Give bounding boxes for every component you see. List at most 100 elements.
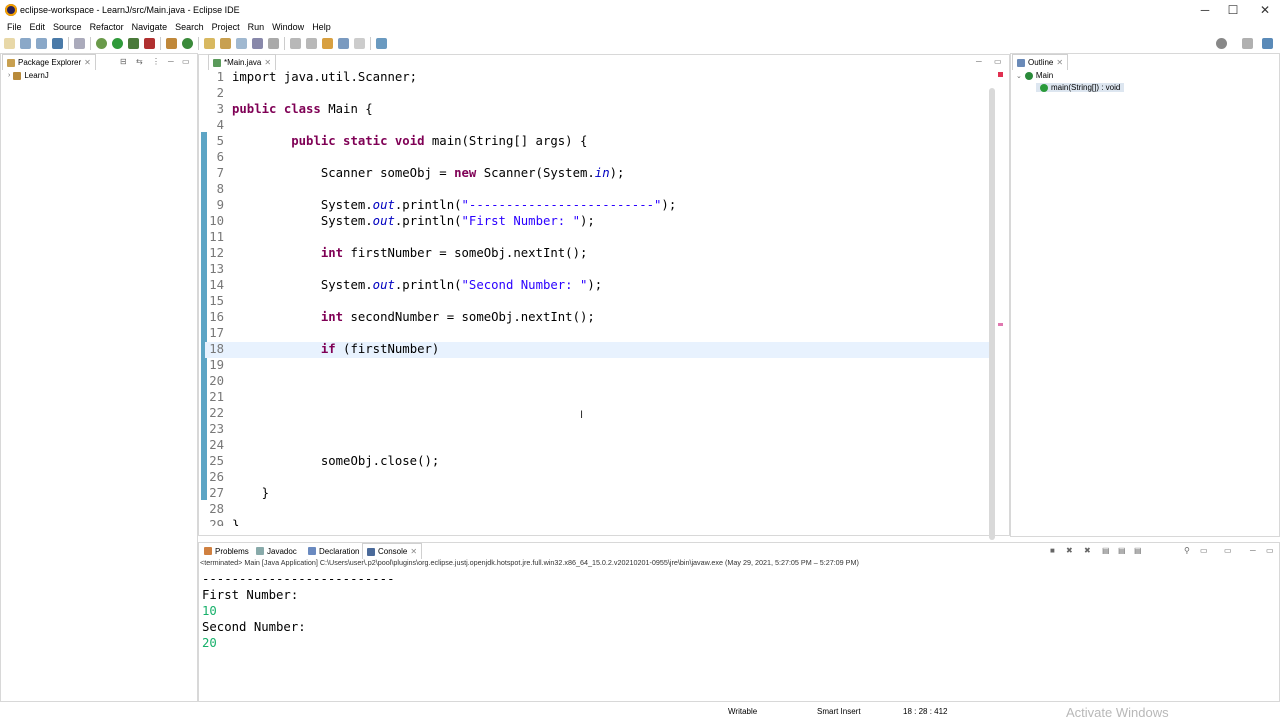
- minimize-icon[interactable]: ─: [1250, 546, 1256, 555]
- tab-package-explorer[interactable]: Package Explorer ✕: [2, 54, 96, 70]
- menu-help[interactable]: Help: [312, 22, 331, 32]
- java-perspective-icon[interactable]: [1262, 37, 1273, 49]
- menu-edit[interactable]: Edit: [30, 22, 46, 32]
- error-marker-icon[interactable]: [998, 72, 1003, 77]
- code-editor[interactable]: 1 import java.util.Scanner; 2 3 public class…: [205, 70, 990, 526]
- code-line[interactable]: 24: [205, 438, 990, 454]
- menu-search[interactable]: Search: [175, 22, 204, 32]
- tab-declaration[interactable]: Declaration: [304, 543, 363, 559]
- new-class-icon[interactable]: [182, 37, 193, 49]
- tab-main-java[interactable]: *Main.java ✕: [208, 54, 277, 70]
- back-icon[interactable]: [338, 37, 349, 49]
- menu-navigate[interactable]: Navigate: [132, 22, 168, 32]
- code-line[interactable]: 11: [205, 230, 990, 246]
- code-line[interactable]: 23: [205, 422, 990, 438]
- code-line[interactable]: 19: [205, 358, 990, 374]
- display-console-icon[interactable]: ▭: [1200, 546, 1208, 555]
- open-perspective-icon[interactable]: [1242, 37, 1253, 49]
- maximize-button[interactable]: ☐: [1216, 0, 1250, 20]
- paragraph-icon[interactable]: [268, 37, 279, 49]
- scroll-thumb[interactable]: [989, 88, 995, 540]
- menu-project[interactable]: Project: [212, 22, 240, 32]
- close-icon[interactable]: ✕: [410, 547, 417, 556]
- close-icon[interactable]: ✕: [1056, 58, 1063, 67]
- code-line[interactable]: 29}: [205, 518, 990, 526]
- code-line[interactable]: 26: [205, 470, 990, 486]
- code-line[interactable]: 1 import java.util.Scanner;: [205, 70, 990, 86]
- search-toolbar-icon[interactable]: [220, 37, 231, 49]
- menu-file[interactable]: File: [7, 22, 22, 32]
- debug-icon[interactable]: [96, 37, 107, 49]
- code-line[interactable]: 5 public static void main(String[] args)…: [205, 134, 990, 150]
- maximize-icon[interactable]: ▭: [994, 57, 1002, 66]
- tab-outline[interactable]: Outline ✕: [1012, 54, 1069, 70]
- menu-window[interactable]: Window: [272, 22, 304, 32]
- code-line[interactable]: 22: [205, 406, 990, 422]
- code-line[interactable]: 3 public class Main {: [205, 102, 990, 118]
- forward-icon[interactable]: [354, 37, 365, 49]
- open-console-icon[interactable]: ▭: [1224, 546, 1232, 555]
- menu-source[interactable]: Source: [53, 22, 82, 32]
- open-type-icon[interactable]: [204, 37, 215, 49]
- code-line[interactable]: 17: [205, 326, 990, 342]
- code-line[interactable]: 2: [205, 86, 990, 102]
- code-line[interactable]: 8: [205, 182, 990, 198]
- maximize-icon[interactable]: ▭: [1266, 546, 1274, 555]
- code-line[interactable]: 27 }: [205, 486, 990, 502]
- toggle-mark-occurrences-icon[interactable]: [236, 37, 247, 49]
- next-annotation-icon[interactable]: [290, 37, 301, 49]
- previous-annotation-icon[interactable]: [306, 37, 317, 49]
- save-all-icon[interactable]: [36, 37, 47, 49]
- code-line[interactable]: 15: [205, 294, 990, 310]
- link-editor-icon[interactable]: ⇆: [136, 57, 143, 66]
- editor-vertical-scrollbar[interactable]: [987, 70, 997, 540]
- error-overview-marker[interactable]: [998, 323, 1003, 326]
- code-line[interactable]: 10 System.out.println("First Number: ");: [205, 214, 990, 230]
- terminate-icon[interactable]: ■: [1050, 546, 1055, 555]
- remove-launch-icon[interactable]: ✖: [1066, 546, 1073, 555]
- code-line[interactable]: 9 System.out.println("------------------…: [205, 198, 990, 214]
- word-wrap-icon[interactable]: ▤: [1134, 546, 1142, 555]
- code-line[interactable]: 28: [205, 502, 990, 518]
- code-line[interactable]: 16 int secondNumber = someObj.nextInt();: [205, 310, 990, 326]
- search-icon[interactable]: [1216, 37, 1227, 49]
- chevron-down-icon[interactable]: ⌄: [1016, 72, 1022, 80]
- outline-item-class[interactable]: ⌄ Main: [1016, 71, 1053, 80]
- coverage-icon[interactable]: [128, 37, 139, 49]
- clear-console-icon[interactable]: ▤: [1102, 546, 1110, 555]
- save-icon[interactable]: [20, 37, 31, 49]
- code-line[interactable]: 25 someObj.close();: [205, 454, 990, 470]
- code-line[interactable]: 13: [205, 262, 990, 278]
- tree-item-project[interactable]: › LearnJ: [8, 71, 49, 80]
- minimize-icon[interactable]: ─: [976, 57, 982, 66]
- code-line[interactable]: 7 Scanner someObj = new Scanner(System.i…: [205, 166, 990, 182]
- tab-console[interactable]: Console ✕: [362, 543, 423, 559]
- terminal-icon[interactable]: [52, 37, 63, 49]
- code-line[interactable]: 20: [205, 374, 990, 390]
- view-menu-icon[interactable]: ⋮: [152, 57, 160, 66]
- maximize-icon[interactable]: ▭: [182, 57, 190, 66]
- close-button[interactable]: ✕: [1248, 0, 1280, 20]
- minimize-icon[interactable]: ─: [168, 57, 174, 66]
- skip-breakpoints-icon[interactable]: [74, 37, 85, 49]
- pin-editor-icon[interactable]: [376, 37, 387, 49]
- code-line[interactable]: 21: [205, 390, 990, 406]
- menu-refactor[interactable]: Refactor: [90, 22, 124, 32]
- chevron-right-icon[interactable]: ›: [8, 72, 10, 79]
- close-icon[interactable]: ✕: [84, 58, 91, 67]
- show-whitespace-icon[interactable]: [252, 37, 263, 49]
- code-line[interactable]: 18 if (firstNumber): [205, 342, 990, 358]
- external-tools-icon[interactable]: [144, 37, 155, 49]
- new-java-project-icon[interactable]: [166, 37, 177, 49]
- collapse-all-icon[interactable]: ⊟: [120, 57, 127, 66]
- pin-console-icon[interactable]: ⚲: [1184, 546, 1190, 555]
- run-icon[interactable]: [112, 37, 123, 49]
- close-icon[interactable]: ✕: [264, 58, 271, 67]
- new-icon[interactable]: [4, 37, 15, 49]
- tab-problems[interactable]: Problems: [200, 543, 253, 559]
- code-line[interactable]: 6: [205, 150, 990, 166]
- remove-all-icon[interactable]: ✖: [1084, 546, 1091, 555]
- code-line[interactable]: 12 int firstNumber = someObj.nextInt();: [205, 246, 990, 262]
- last-edit-icon[interactable]: [322, 37, 333, 49]
- code-line[interactable]: 14 System.out.println("Second Number: ")…: [205, 278, 990, 294]
